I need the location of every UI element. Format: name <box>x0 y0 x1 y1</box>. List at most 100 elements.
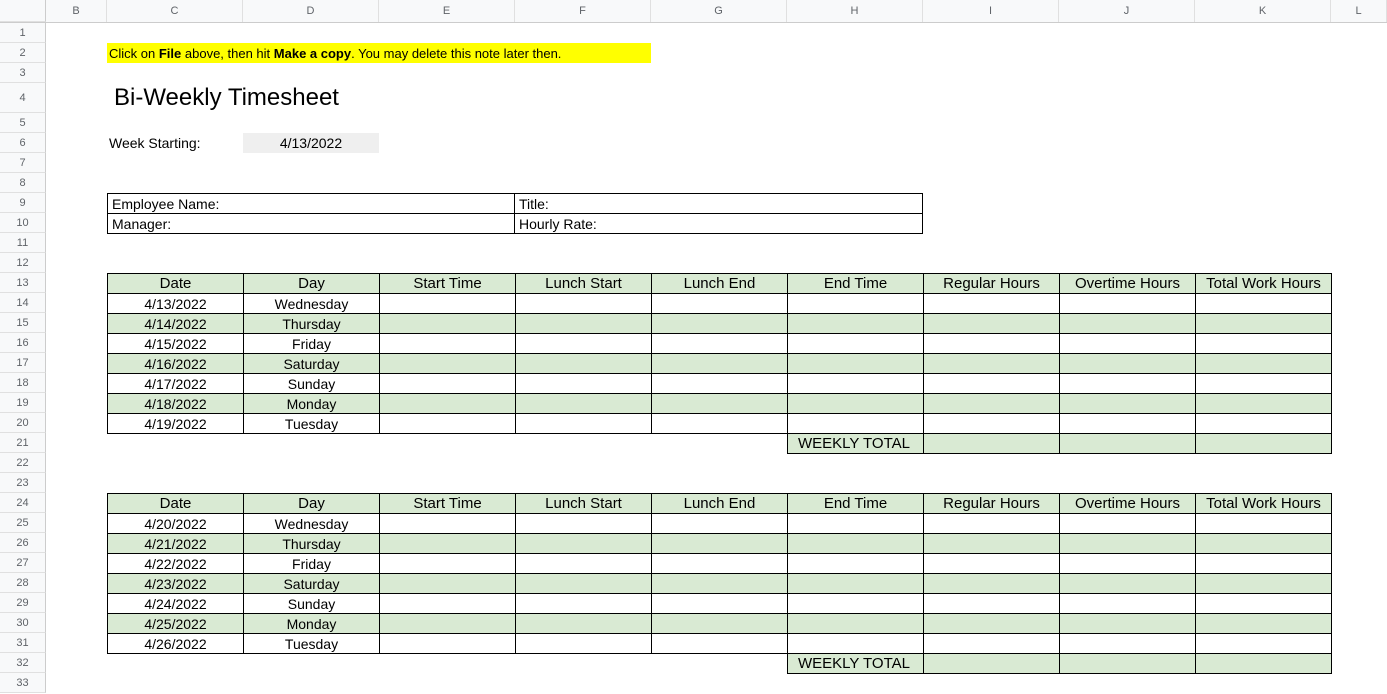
table-cell-input[interactable] <box>1195 533 1332 554</box>
table-cell-input[interactable] <box>923 613 1060 634</box>
table-cell-input[interactable] <box>787 353 924 374</box>
table-cell-input[interactable] <box>515 513 652 534</box>
col-header-K[interactable]: K <box>1195 0 1331 22</box>
table-cell-input[interactable] <box>1059 533 1196 554</box>
table-cell-input[interactable] <box>515 553 652 574</box>
table-cell-input[interactable] <box>1195 513 1332 534</box>
table-cell-input[interactable] <box>1059 573 1196 594</box>
table-cell-input[interactable] <box>515 413 652 434</box>
table-cell-input[interactable] <box>923 413 1060 434</box>
table-cell-input[interactable] <box>379 293 516 314</box>
select-all-corner[interactable] <box>0 0 46 22</box>
table-cell-input[interactable] <box>1195 293 1332 314</box>
table-cell-input[interactable] <box>379 613 516 634</box>
table-cell-input[interactable] <box>1059 633 1196 654</box>
row-header-17[interactable]: 17 <box>0 353 46 373</box>
row-header-21[interactable]: 21 <box>0 433 46 453</box>
row-header-19[interactable]: 19 <box>0 393 46 413</box>
table-cell-input[interactable] <box>787 613 924 634</box>
table-cell-input[interactable] <box>1195 413 1332 434</box>
table-cell-input[interactable] <box>1059 413 1196 434</box>
table-cell-input[interactable] <box>379 313 516 334</box>
table-cell-input[interactable] <box>515 393 652 414</box>
table-cell-input[interactable] <box>515 633 652 654</box>
row-header-33[interactable]: 33 <box>0 673 46 693</box>
table-cell-input[interactable] <box>1059 373 1196 394</box>
table-cell-input[interactable] <box>651 553 788 574</box>
table-cell-input[interactable] <box>379 373 516 394</box>
table-cell-input[interactable] <box>923 333 1060 354</box>
row-header-12[interactable]: 12 <box>0 253 46 273</box>
table-cell-input[interactable] <box>651 593 788 614</box>
table-cell-input[interactable] <box>787 293 924 314</box>
table-cell-input[interactable] <box>923 293 1060 314</box>
row-header-24[interactable]: 24 <box>0 493 46 513</box>
table-cell-input[interactable] <box>379 513 516 534</box>
table-cell-input[interactable] <box>923 573 1060 594</box>
col-header-F[interactable]: F <box>515 0 651 22</box>
table-cell-input[interactable] <box>515 293 652 314</box>
table-cell-input[interactable] <box>1195 553 1332 574</box>
table-cell-input[interactable] <box>787 593 924 614</box>
row-header-3[interactable]: 3 <box>0 63 46 83</box>
row-header-27[interactable]: 27 <box>0 553 46 573</box>
table-cell-input[interactable] <box>787 393 924 414</box>
table-cell-input[interactable] <box>1195 593 1332 614</box>
table-cell-input[interactable] <box>515 613 652 634</box>
table-cell-input[interactable] <box>1195 613 1332 634</box>
row-header-18[interactable]: 18 <box>0 373 46 393</box>
table-cell-input[interactable] <box>379 393 516 414</box>
col-header-C[interactable]: C <box>107 0 243 22</box>
table-cell-input[interactable] <box>379 593 516 614</box>
table-cell-input[interactable] <box>1059 333 1196 354</box>
row-header-11[interactable]: 11 <box>0 233 46 253</box>
week-starting-value[interactable]: 4/13/2022 <box>243 133 379 153</box>
table-cell-input[interactable] <box>923 633 1060 654</box>
row-header-26[interactable]: 26 <box>0 533 46 553</box>
col-header-D[interactable]: D <box>243 0 379 22</box>
table-cell-input[interactable] <box>1059 353 1196 374</box>
table-cell-input[interactable] <box>651 573 788 594</box>
table-cell-input[interactable] <box>923 373 1060 394</box>
table-cell-input[interactable] <box>379 633 516 654</box>
row-header-30[interactable]: 30 <box>0 613 46 633</box>
table-cell-input[interactable] <box>379 533 516 554</box>
table-cell-input[interactable] <box>651 533 788 554</box>
row-header-15[interactable]: 15 <box>0 313 46 333</box>
table-cell-input[interactable] <box>923 313 1060 334</box>
table-cell-input[interactable] <box>651 613 788 634</box>
table-cell-input[interactable] <box>515 313 652 334</box>
table-cell-input[interactable] <box>1059 613 1196 634</box>
table-cell-input[interactable] <box>379 553 516 574</box>
table-cell-input[interactable] <box>379 413 516 434</box>
row-header-6[interactable]: 6 <box>0 133 46 153</box>
row-header-29[interactable]: 29 <box>0 593 46 613</box>
col-header-B[interactable]: B <box>46 0 107 22</box>
row-header-2[interactable]: 2 <box>0 43 46 63</box>
table-cell-input[interactable] <box>923 513 1060 534</box>
table-cell-input[interactable] <box>787 513 924 534</box>
row-header-32[interactable]: 32 <box>0 653 46 673</box>
row-header-9[interactable]: 9 <box>0 193 46 213</box>
table-cell-input[interactable] <box>787 553 924 574</box>
row-header-10[interactable]: 10 <box>0 213 46 233</box>
row-header-31[interactable]: 31 <box>0 633 46 653</box>
table-cell-input[interactable] <box>515 573 652 594</box>
table-cell-input[interactable] <box>923 353 1060 374</box>
row-header-5[interactable]: 5 <box>0 113 46 133</box>
table-cell-input[interactable] <box>1195 353 1332 374</box>
col-header-E[interactable]: E <box>379 0 515 22</box>
table-cell-input[interactable] <box>1059 393 1196 414</box>
row-header-8[interactable]: 8 <box>0 173 46 193</box>
table-cell-input[interactable] <box>923 393 1060 414</box>
row-header-28[interactable]: 28 <box>0 573 46 593</box>
table-cell-input[interactable] <box>787 573 924 594</box>
table-cell-input[interactable] <box>787 313 924 334</box>
spreadsheet-viewport[interactable]: BCDEFGHIJKL 1234567891011121314151617181… <box>0 0 1387 694</box>
table-cell-input[interactable] <box>923 553 1060 574</box>
row-header-22[interactable]: 22 <box>0 453 46 473</box>
table-cell-input[interactable] <box>787 373 924 394</box>
table-cell-input[interactable] <box>515 333 652 354</box>
table-cell-input[interactable] <box>1059 313 1196 334</box>
table-cell-input[interactable] <box>379 573 516 594</box>
